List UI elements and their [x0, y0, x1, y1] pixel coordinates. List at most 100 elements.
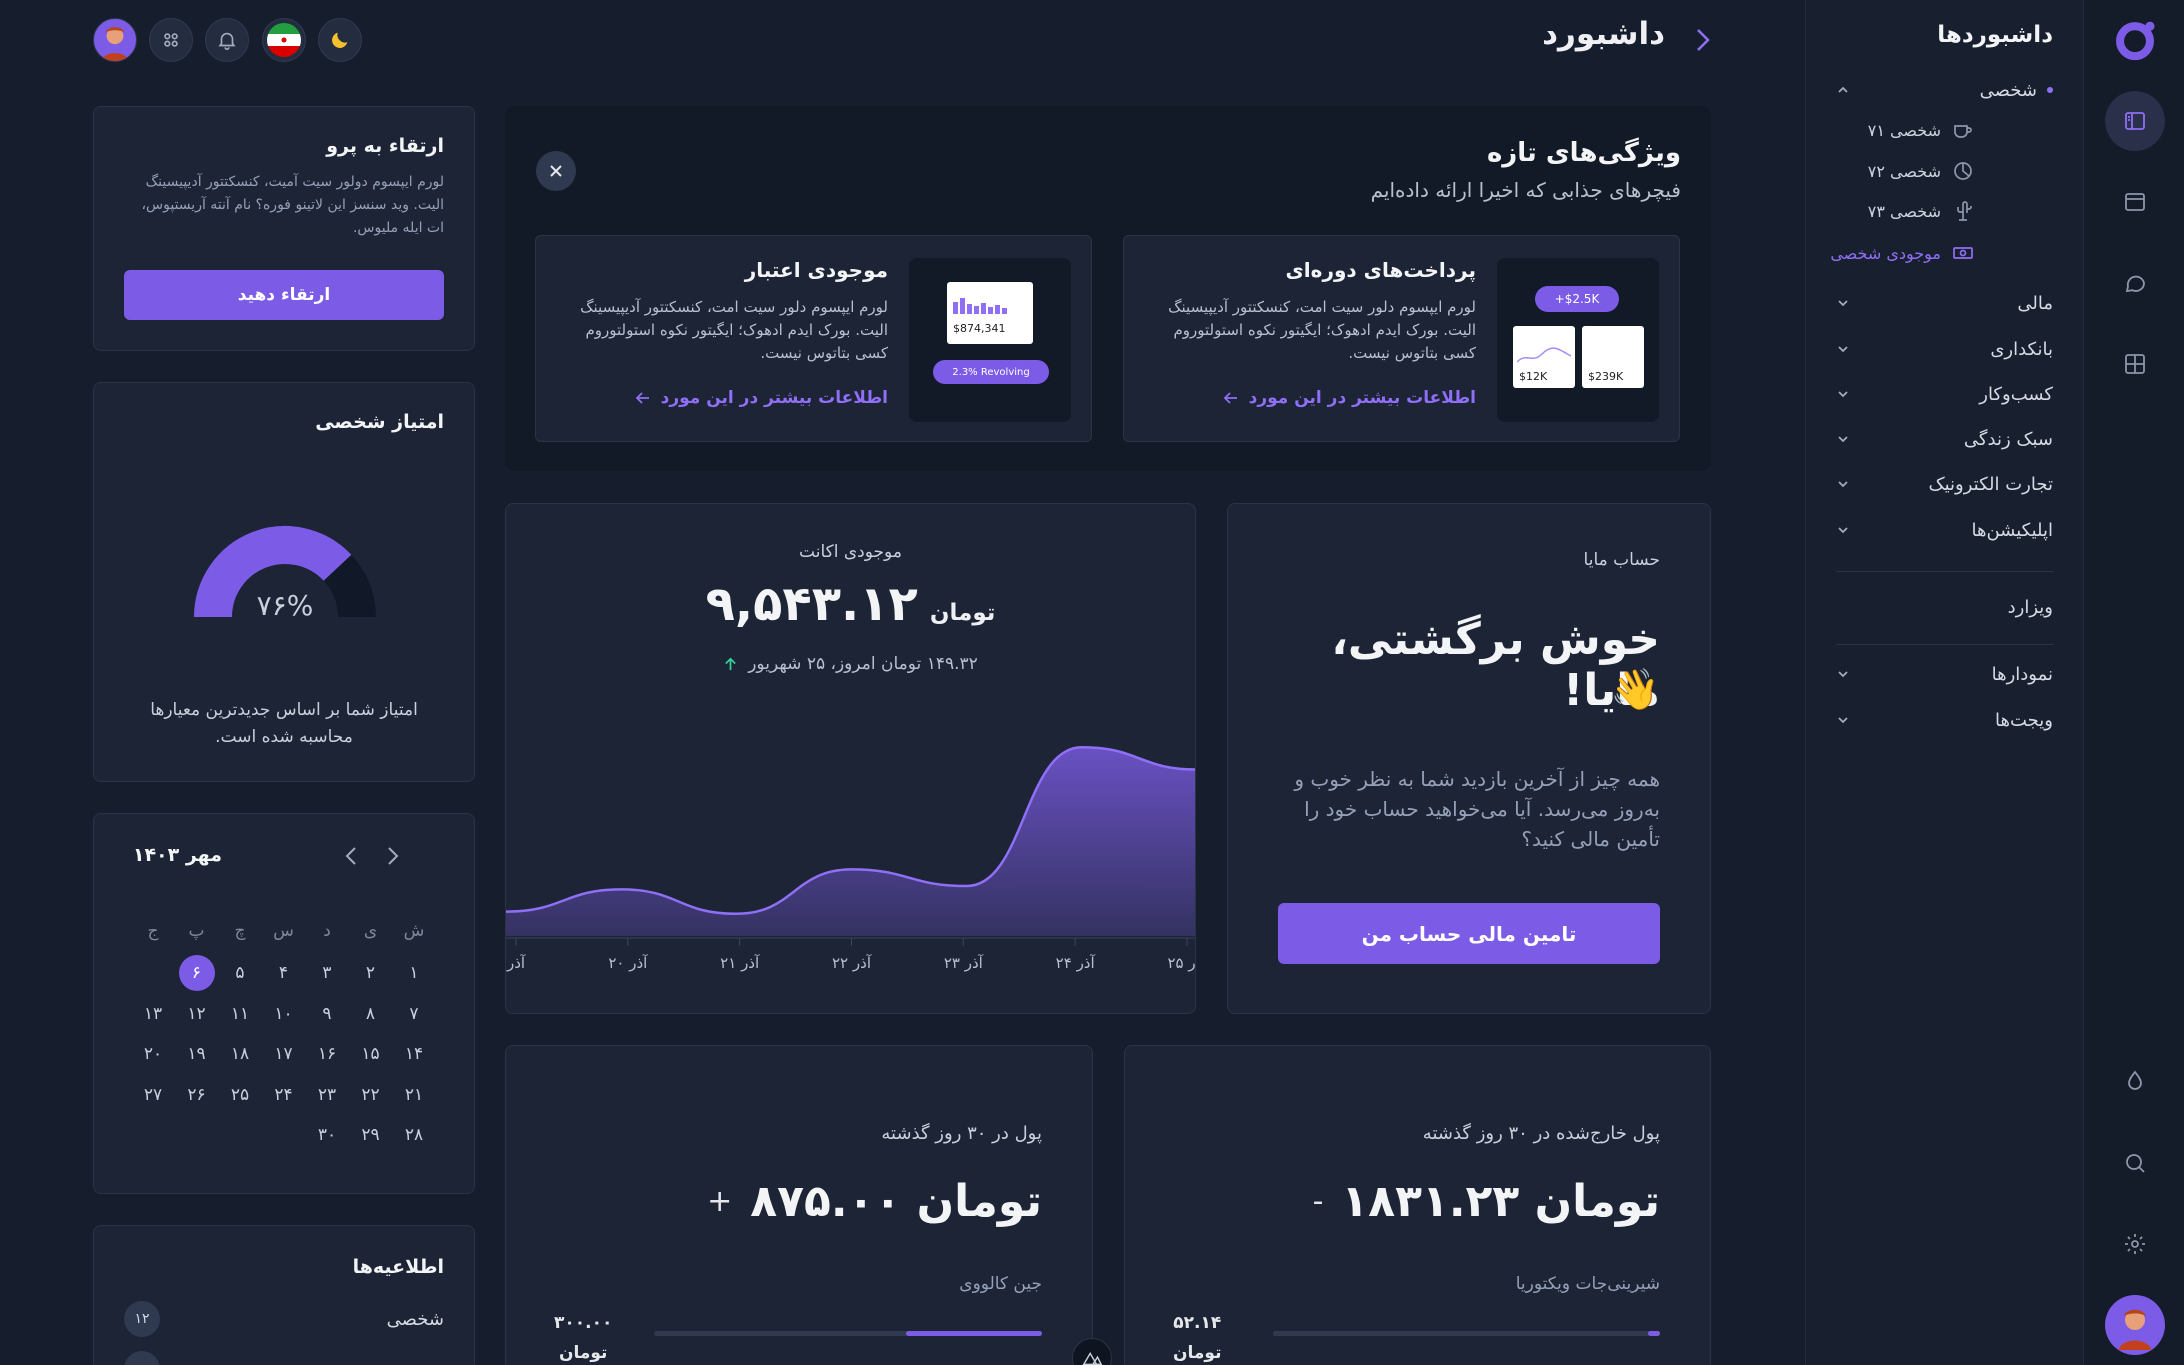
sidebar-divider [1836, 571, 2053, 572]
grid-icon[interactable] [2105, 334, 2165, 394]
calendar-day[interactable]: ۲ [351, 956, 391, 990]
notifications-button[interactable] [205, 18, 249, 62]
account-label: حساب مایا [1583, 550, 1660, 570]
stat-label: پول خارج‌شده در ۳۰ روز گذشته [1422, 1123, 1660, 1144]
calendar-day[interactable]: ۲۶ [177, 1078, 217, 1112]
sidebar-item-apps[interactable]: اپلیکیشن‌ها [1836, 513, 2053, 547]
calendar-day[interactable]: ۷ [394, 997, 434, 1031]
sidebar-item-finance[interactable]: مالی [1836, 286, 2053, 320]
feature-title: پرداخت‌های دوره‌ای [1285, 258, 1476, 282]
sidebar-divider [1836, 644, 2053, 645]
feature-illustration: +$2.5K $12K $239K [1497, 258, 1659, 422]
language-selector[interactable] [262, 18, 306, 62]
stat-card-in: پول در ۳۰ روز گذشته ۸۷۵.۰۰ تومان + جین ک… [505, 1045, 1093, 1365]
calendar-day[interactable]: ۴ [264, 956, 304, 990]
sidebar-subitem-personal-71[interactable]: شخصی ۷۱ [1868, 114, 1975, 146]
sidebar-toggle-icon[interactable] [2105, 91, 2165, 151]
calendar-day[interactable]: ۱ [394, 956, 434, 990]
sidebar-subitem-personal-balance[interactable]: موجودی شخصی [1830, 237, 1975, 269]
window-icon[interactable] [2105, 172, 2165, 232]
sidebar-item-wizard[interactable]: ویزارد [1836, 590, 2053, 624]
calendar-day-selected[interactable]: ۶ [178, 955, 215, 991]
notification-item[interactable]: شخصی ۱۲ [124, 1301, 444, 1337]
mini-bars-icon [953, 298, 1007, 314]
notification-count [124, 1351, 160, 1365]
theme-drop-icon[interactable] [2105, 1051, 2165, 1111]
calendar-day[interactable]: ۱۱ [220, 997, 260, 1031]
sidebar-item-business[interactable]: کسب‌وکار [1836, 377, 2053, 411]
calendar-day[interactable]: ۸ [351, 997, 391, 1031]
wave-emoji: 👋 [1610, 667, 1660, 713]
mini-line-icon [1517, 347, 1571, 363]
stat-label: پول در ۳۰ روز گذشته [881, 1123, 1042, 1144]
calendar-day[interactable]: ۲۲ [351, 1078, 391, 1112]
calendar-day[interactable]: ۱۶ [307, 1037, 347, 1071]
sidebar-subitem-personal-73[interactable]: شخصی ۷۳ [1868, 195, 1975, 227]
calendar-day[interactable]: ۱۴ [394, 1037, 434, 1071]
calendar-day[interactable]: ۱۰ [264, 997, 304, 1031]
calendar-day[interactable]: ۲۴ [264, 1078, 304, 1112]
sidebar-item-banking[interactable]: بانکداری [1836, 332, 2053, 366]
sidebar-subitem-personal-72[interactable]: شخصی ۷۲ [1868, 155, 1975, 187]
weekday-label: ش [403, 921, 425, 941]
chevron-right-icon[interactable] [1692, 26, 1714, 54]
sidebar-item-charts[interactable]: نمودارها [1836, 657, 2053, 691]
feature-card-credit: $874,341 2.3% Revolving موجودی اعتبار لو… [535, 235, 1092, 442]
calendar-day[interactable]: ۱۹ [177, 1037, 217, 1071]
gear-icon[interactable] [2105, 1214, 2165, 1274]
mini-card: $12K [1513, 326, 1575, 388]
chip: +$2.5K [1535, 286, 1619, 312]
calendar-day[interactable]: ۹ [307, 997, 347, 1031]
stat-progress-track [654, 1331, 1042, 1336]
mini-card: $874,341 [947, 282, 1033, 344]
chat-icon[interactable] [2105, 253, 2165, 313]
stat-sign: + [707, 1184, 733, 1219]
calendar-day[interactable]: ۲۵ [220, 1078, 260, 1112]
x-tick-label: آذر ۲۱ [720, 954, 760, 972]
chevron-down-icon [1838, 436, 1848, 443]
learn-more-link[interactable]: اطلاعات بیشتر در این مورد [635, 388, 888, 408]
app-logo-icon[interactable] [2105, 10, 2165, 70]
calendar-day[interactable]: ۲۱ [394, 1078, 434, 1112]
sidebar-title: داشبوردها [1937, 22, 2053, 48]
sidebar-item-lifestyle[interactable]: سبک زندگی [1836, 422, 2053, 456]
triangle-logo-icon [1082, 1351, 1103, 1365]
user-avatar[interactable] [93, 18, 137, 62]
calendar-day[interactable]: ۱۸ [220, 1037, 260, 1071]
calendar-day[interactable]: ۳۰ [307, 1118, 347, 1152]
link-label: اطلاعات بیشتر در این مورد [660, 388, 888, 408]
chip: 2.3% Revolving [933, 360, 1049, 384]
notifications-title: اطلاعیه‌ها [352, 1256, 444, 1278]
avatar[interactable] [2105, 1295, 2165, 1355]
calendar-day[interactable]: ۲۸ [394, 1118, 434, 1152]
calendar-day[interactable]: ۳ [307, 956, 347, 990]
sidebar-item-ecommerce[interactable]: تجارت الکترونیک [1836, 467, 2053, 501]
calendar-day[interactable]: ۱۷ [264, 1037, 304, 1071]
calendar-day[interactable]: ۲۳ [307, 1078, 347, 1112]
calendar-day[interactable]: ۱۵ [351, 1037, 391, 1071]
calendar-day[interactable]: ۵ [220, 956, 260, 990]
chevron-down-icon [1838, 671, 1848, 678]
calendar-day[interactable]: ۲۰ [133, 1037, 173, 1071]
nuxt-devtools-icon[interactable] [1072, 1338, 1112, 1365]
calendar-day[interactable]: ۱۳ [133, 997, 173, 1031]
fund-account-button[interactable]: تامین مالی حساب من [1278, 903, 1660, 964]
balance-area-chart: آذر آذر ۲۰ آذر ۲۱ آذر ۲۲ آذر ۲۳ آذر ۲۴ آذر ۲۵ [506, 746, 1195, 972]
stat-item-number: ۳۰۰.۰۰ [554, 1313, 613, 1333]
sidebar-item-widgets[interactable]: ویجت‌ها [1836, 703, 2053, 737]
calendar-card: مهر ۱۴۰۳ ش ی د س چ پ ج ۱ ۲ ۳ ۴ ۵ ۶ ۷ ۸ ۹ ۱۰ ۱۱ ۱۲ ۱۳ ۱۴ ۱۵ ۱۶ ۱… [93, 813, 475, 1194]
calendar-day[interactable]: ۲۷ [133, 1078, 173, 1112]
arrow-up-icon [725, 657, 737, 670]
apps-button[interactable] [149, 18, 193, 62]
sidebar-item-personal[interactable]: شخصی [1836, 73, 2053, 107]
upgrade-button[interactable]: ارتقاء دهید [124, 270, 444, 320]
close-button[interactable] [536, 151, 576, 191]
calendar-day[interactable]: ۱۲ [177, 997, 217, 1031]
learn-more-link[interactable]: اطلاعات بیشتر در این مورد [1223, 388, 1476, 408]
calendar-day[interactable]: ۲۹ [351, 1118, 391, 1152]
calendar-grid: ش ی د س چ پ ج ۱ ۲ ۳ ۴ ۵ ۶ ۷ ۸ ۹ ۱۰ ۱۱ ۱۲ ۱۳ ۱۴ ۱۵ ۱۶ ۱۷ ۱۸ ۱۹ ۲۰ ۲۱… [94, 814, 476, 1195]
feature-body: لورم ایپسوم دلور سیت امت، کنسکتتور آدیپی… [580, 298, 888, 362]
chevron-down-icon [1838, 717, 1848, 724]
dark-mode-toggle[interactable] [318, 18, 362, 62]
search-icon[interactable] [2105, 1133, 2165, 1193]
